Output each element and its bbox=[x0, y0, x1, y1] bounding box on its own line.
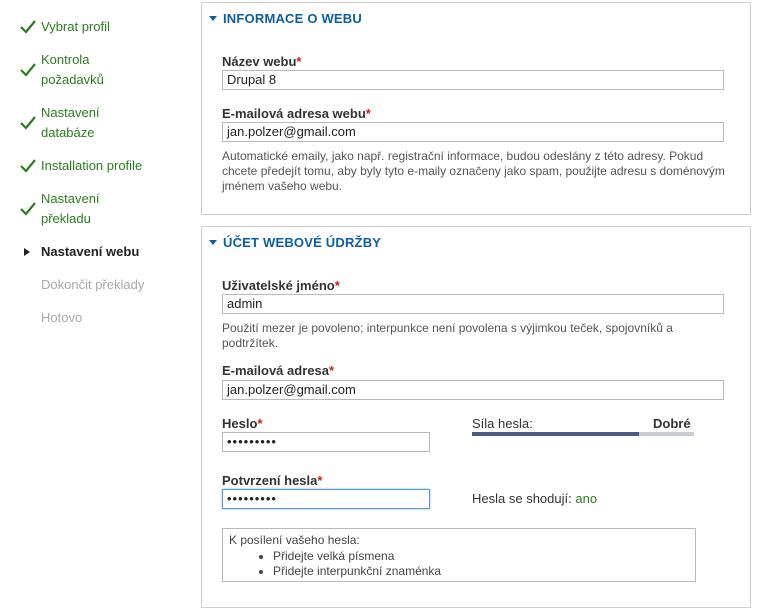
required-marker: * bbox=[296, 54, 302, 69]
step-label-line-1: Nastavení bbox=[41, 105, 100, 120]
maintenance-account-fieldset: ÚČET WEBOVÉ ÚDRŽBY Uživatelské jméno* ad… bbox=[201, 226, 751, 608]
step-label-line-2: databáze bbox=[41, 125, 95, 140]
check-icon bbox=[20, 20, 36, 34]
password-strength-fill bbox=[472, 432, 639, 436]
step-label-line-1: Nastavení bbox=[41, 191, 100, 206]
site-mail-label: E-mailová adresa webu* bbox=[222, 106, 371, 121]
step-label: Nastavení webu bbox=[41, 244, 140, 259]
collapse-triangle-icon bbox=[209, 16, 217, 21]
step-label-line-1: Kontrola bbox=[41, 52, 90, 67]
required-marker: * bbox=[328, 363, 335, 378]
password-suggestions-title: K posílení vašeho hesla: bbox=[229, 533, 360, 547]
confirm-password-label: Potvrzení hesla* bbox=[222, 473, 323, 488]
site-name-label: Název webu* bbox=[222, 54, 302, 69]
suggestion-item: Přidejte interpunkční znaménka bbox=[273, 564, 441, 579]
maintenance-account-legend[interactable]: ÚČET WEBOVÉ ÚDRŽBY bbox=[209, 235, 381, 250]
site-mail-input[interactable]: jan.polzer@gmail.com bbox=[222, 122, 724, 142]
check-icon bbox=[20, 159, 36, 173]
username-description: Použití mezer je povoleno; interpunkce n… bbox=[222, 321, 673, 350]
confirm-password-input[interactable]: ••••••••• bbox=[222, 489, 430, 509]
step-label: Dokončit překlady bbox=[41, 277, 145, 292]
password-suggestions: K posílení vašeho hesla: Přidejte velká … bbox=[222, 528, 696, 582]
site-information-fieldset: INFORMACE O WEBU Název webu* Drupal 8 E-… bbox=[201, 2, 751, 215]
username-input[interactable]: admin bbox=[222, 294, 724, 314]
step-label: Hotovo bbox=[41, 310, 83, 325]
password-match: Hesla se shodují: ano bbox=[472, 491, 598, 506]
site-name-input[interactable]: Drupal 8 bbox=[222, 70, 724, 90]
password-label: Heslo* bbox=[222, 416, 263, 431]
step-label: Installation profile bbox=[41, 158, 143, 173]
step-label: Vybrat profil bbox=[41, 19, 110, 34]
account-mail-label: E-mailová adresa* bbox=[222, 363, 335, 378]
check-icon bbox=[20, 116, 36, 130]
site-mail-description: Automatické emaily, jako např. registrač… bbox=[222, 149, 725, 193]
step-label-line-2: překladu bbox=[41, 211, 91, 226]
required-marker: * bbox=[334, 278, 340, 293]
password-match-value: ano bbox=[575, 491, 598, 506]
site-information-legend[interactable]: INFORMACE O WEBU bbox=[209, 11, 362, 26]
current-step-arrow-icon bbox=[24, 248, 30, 256]
password-strength-value: Dobré bbox=[653, 416, 691, 431]
legend-text: INFORMACE O WEBU bbox=[223, 11, 362, 26]
password-strength-bar bbox=[472, 432, 694, 436]
password-strength-label: Síla hesla: bbox=[472, 416, 533, 431]
account-mail-input[interactable]: jan.polzer@gmail.com bbox=[222, 380, 724, 400]
collapse-triangle-icon bbox=[209, 240, 217, 245]
suggestion-item: Přidejte velká písmena bbox=[273, 549, 441, 564]
required-marker: * bbox=[257, 416, 263, 431]
step-label-line-2: požadavků bbox=[41, 72, 104, 87]
legend-text: ÚČET WEBOVÉ ÚDRŽBY bbox=[223, 235, 382, 250]
check-icon bbox=[20, 202, 36, 216]
password-input[interactable]: ••••••••• bbox=[222, 432, 430, 452]
required-marker: * bbox=[317, 473, 323, 488]
check-icon bbox=[20, 63, 36, 77]
required-marker: * bbox=[365, 106, 371, 121]
username-label: Uživatelské jméno* bbox=[222, 278, 340, 293]
